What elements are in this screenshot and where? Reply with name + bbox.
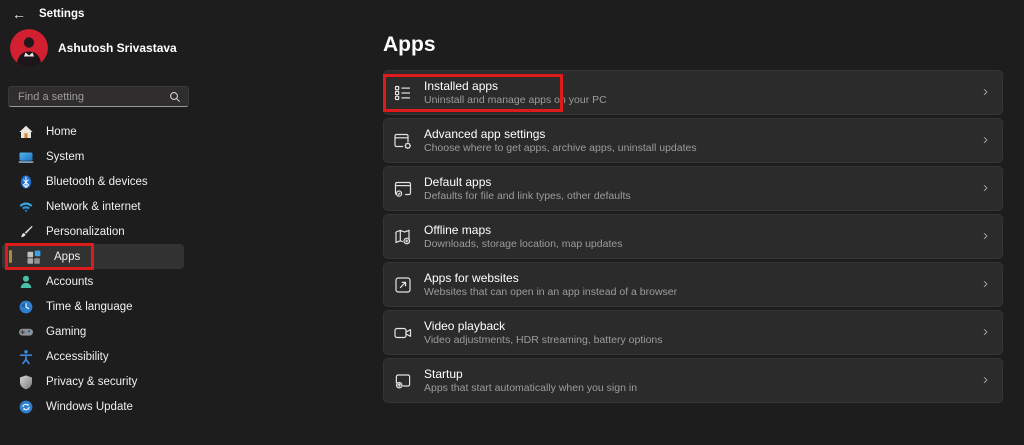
chevron-right-icon: › bbox=[983, 132, 988, 150]
sidebar-item-label: Apps bbox=[54, 251, 80, 263]
sidebar-item-label: Bluetooth & devices bbox=[46, 176, 148, 188]
system-icon bbox=[18, 149, 34, 165]
row-apps-for-websites[interactable]: Apps for websites Websites that can open… bbox=[383, 262, 1003, 307]
row-title: Video playback bbox=[424, 319, 983, 333]
apps-for-websites-icon bbox=[393, 275, 413, 295]
row-title: Offline maps bbox=[424, 223, 983, 237]
startup-icon bbox=[393, 371, 413, 391]
search-box[interactable] bbox=[8, 86, 189, 107]
row-text: Startup Apps that start automatically wh… bbox=[424, 367, 983, 394]
row-text: Apps for websites Websites that can open… bbox=[424, 271, 983, 298]
sidebar-item-accounts[interactable]: Accounts bbox=[2, 269, 184, 294]
row-subtitle: Video adjustments, HDR streaming, batter… bbox=[424, 334, 983, 346]
sidebar-item-label: Personalization bbox=[46, 226, 125, 238]
chevron-right-icon: › bbox=[983, 228, 988, 246]
row-title: Apps for websites bbox=[424, 271, 983, 285]
avatar bbox=[10, 29, 48, 67]
app-title: Settings bbox=[39, 8, 84, 20]
network-icon bbox=[18, 199, 34, 215]
chevron-right-icon: › bbox=[983, 324, 988, 342]
sidebar-item-label: Accounts bbox=[46, 276, 93, 288]
time-language-icon bbox=[18, 299, 34, 315]
settings-window: ← Settings Ashutosh Srivastava Home bbox=[0, 0, 1024, 445]
sidebar-item-label: Windows Update bbox=[46, 401, 133, 413]
sidebar-item-gaming[interactable]: Gaming bbox=[2, 319, 184, 344]
chevron-right-icon: › bbox=[983, 372, 988, 390]
row-video-playback[interactable]: Video playback Video adjustments, HDR st… bbox=[383, 310, 1003, 355]
home-icon bbox=[18, 124, 34, 140]
sidebar: Home System Bluetooth & devices Network … bbox=[0, 119, 200, 419]
sidebar-item-time-language[interactable]: Time & language bbox=[2, 294, 184, 319]
sidebar-item-label: Network & internet bbox=[46, 201, 141, 213]
gaming-icon bbox=[18, 324, 34, 340]
back-icon[interactable]: ← bbox=[12, 6, 26, 22]
window-header: ← Settings bbox=[12, 6, 84, 22]
chevron-right-icon: › bbox=[983, 276, 988, 294]
row-title: Installed apps bbox=[424, 79, 983, 93]
row-text: Advanced app settings Choose where to ge… bbox=[424, 127, 983, 154]
personalization-icon bbox=[18, 224, 34, 240]
row-subtitle: Uninstall and manage apps on your PC bbox=[424, 94, 983, 106]
sidebar-item-home[interactable]: Home bbox=[2, 119, 184, 144]
row-subtitle: Choose where to get apps, archive apps, … bbox=[424, 142, 983, 154]
sidebar-item-bluetooth-devices[interactable]: Bluetooth & devices bbox=[2, 169, 184, 194]
chevron-right-icon: › bbox=[983, 180, 988, 198]
sidebar-item-system[interactable]: System bbox=[2, 144, 184, 169]
bluetooth-icon bbox=[18, 174, 34, 190]
row-title: Startup bbox=[424, 367, 983, 381]
row-offline-maps[interactable]: Offline maps Downloads, storage location… bbox=[383, 214, 1003, 259]
page-title: Apps bbox=[383, 33, 436, 57]
sidebar-item-windows-update[interactable]: Windows Update bbox=[2, 394, 184, 419]
video-playback-icon bbox=[393, 323, 413, 343]
chevron-right-icon: › bbox=[983, 84, 988, 102]
row-subtitle: Defaults for file and link types, other … bbox=[424, 190, 983, 202]
apps-icon bbox=[26, 249, 42, 265]
search-icon bbox=[169, 91, 181, 103]
row-subtitle: Apps that start automatically when you s… bbox=[424, 382, 983, 394]
sidebar-item-apps[interactable]: Apps bbox=[2, 244, 184, 269]
main-content: Apps Installed apps Uninstall and manage… bbox=[383, 0, 1003, 445]
selected-indicator bbox=[9, 250, 12, 263]
sidebar-item-label: Time & language bbox=[46, 301, 133, 313]
row-advanced-app-settings[interactable]: Advanced app settings Choose where to ge… bbox=[383, 118, 1003, 163]
row-text: Installed apps Uninstall and manage apps… bbox=[424, 79, 983, 106]
sidebar-item-accessibility[interactable]: Accessibility bbox=[2, 344, 184, 369]
accessibility-icon bbox=[18, 349, 34, 365]
row-text: Default apps Defaults for file and link … bbox=[424, 175, 983, 202]
row-title: Default apps bbox=[424, 175, 983, 189]
row-text: Video playback Video adjustments, HDR st… bbox=[424, 319, 983, 346]
sidebar-item-label: Gaming bbox=[46, 326, 86, 338]
settings-list: Installed apps Uninstall and manage apps… bbox=[383, 70, 1003, 403]
sidebar-item-label: System bbox=[46, 151, 84, 163]
installed-apps-icon bbox=[393, 83, 413, 103]
sidebar-item-personalization[interactable]: Personalization bbox=[2, 219, 184, 244]
offline-maps-icon bbox=[393, 227, 413, 247]
windows-update-icon bbox=[18, 399, 34, 415]
row-startup[interactable]: Startup Apps that start automatically wh… bbox=[383, 358, 1003, 403]
search-input[interactable] bbox=[18, 91, 169, 103]
profile-row[interactable]: Ashutosh Srivastava bbox=[10, 29, 177, 67]
row-subtitle: Websites that can open in an app instead… bbox=[424, 286, 983, 298]
row-title: Advanced app settings bbox=[424, 127, 983, 141]
default-apps-icon bbox=[393, 179, 413, 199]
sidebar-item-label: Accessibility bbox=[46, 351, 109, 363]
sidebar-item-label: Home bbox=[46, 126, 77, 138]
row-default-apps[interactable]: Default apps Defaults for file and link … bbox=[383, 166, 1003, 211]
sidebar-item-privacy-security[interactable]: Privacy & security bbox=[2, 369, 184, 394]
row-installed-apps[interactable]: Installed apps Uninstall and manage apps… bbox=[383, 70, 1003, 115]
sidebar-item-label: Privacy & security bbox=[46, 376, 137, 388]
profile-name: Ashutosh Srivastava bbox=[58, 41, 177, 55]
sidebar-item-network-internet[interactable]: Network & internet bbox=[2, 194, 184, 219]
row-text: Offline maps Downloads, storage location… bbox=[424, 223, 983, 250]
advanced-app-settings-icon bbox=[393, 131, 413, 151]
accounts-icon bbox=[18, 274, 34, 290]
privacy-security-icon bbox=[18, 374, 34, 390]
row-subtitle: Downloads, storage location, map updates bbox=[424, 238, 983, 250]
